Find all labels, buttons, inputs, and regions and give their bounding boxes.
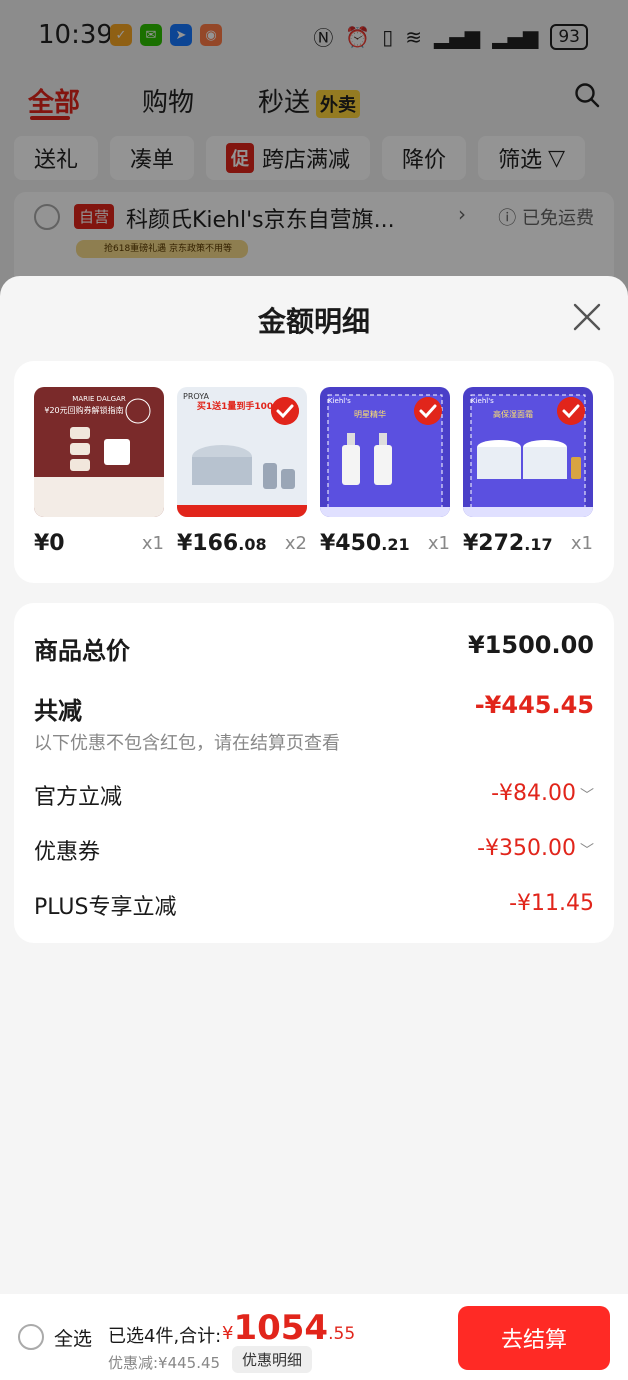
coupon-row[interactable]: -¥350.00 ﹀ [477, 836, 594, 861]
product-item[interactable]: PROYA 买1送1量到手100 ¥166.08 x2 [177, 387, 307, 556]
discount-detail-button[interactable]: 优惠明细 [232, 1346, 313, 1373]
total-price: ¥1054.55 [222, 1308, 355, 1348]
product-image: Kiehl's 明星精华 [320, 387, 450, 517]
coupon-value: -¥350.00 [477, 836, 576, 861]
product-image: Kiehl's 高保湿面霜 [463, 387, 593, 517]
image-brand: Kiehl's [328, 397, 351, 405]
official-discount-row[interactable]: -¥84.00 ﹀ [491, 781, 594, 806]
plus-discount-value: -¥11.45 [509, 891, 594, 916]
plus-discount-label: PLUS专享立减 [34, 895, 177, 920]
check-icon [414, 397, 442, 425]
product-price: ¥450.21 [320, 531, 410, 556]
product-qty: x1 [141, 533, 164, 554]
checkout-button[interactable]: 去结算 [458, 1306, 610, 1370]
checkout-bar: 全选 已选4件,合计: ¥1054.55 优惠减:¥445.45 优惠明细 去结… [0, 1294, 628, 1380]
product-item[interactable]: Kiehl's 高保湿面霜 ¥272.17 x1 [463, 387, 593, 556]
product-qty: x1 [427, 533, 450, 554]
product-image: MARIE DALGAR ¥20元回购券解锁指南 [34, 387, 164, 517]
total-int: 1054 [233, 1308, 329, 1348]
price-int: ¥0 [34, 531, 65, 556]
price-dec: .08 [238, 535, 267, 554]
check-icon [557, 397, 585, 425]
coupon-label: 优惠券 [34, 840, 101, 865]
official-discount-value: -¥84.00 [491, 781, 576, 806]
product-item[interactable]: MARIE DALGAR ¥20元回购券解锁指南 ¥0 x1 [34, 387, 164, 556]
image-brand: MARIE DALGAR [72, 395, 126, 403]
total-dec: .55 [328, 1324, 356, 1344]
price-dec: .21 [381, 535, 410, 554]
amount-detail-sheet: 金额明细 MARIE DALGAR ¥20元回购券解锁指南 ¥0 x1 PROY… [0, 276, 628, 1380]
products-card: MARIE DALGAR ¥20元回购券解锁指南 ¥0 x1 PROYA 买1送… [14, 361, 614, 583]
image-caption: ¥20元回购券解锁指南 [44, 405, 123, 415]
cart-page-background: 10:39 ✓ ✉ ➤ ◉ Ⓝ ⏰ ▯ ≋ ▂▄▆ ▂▄▆ 93 全部 购物 秒… [0, 0, 628, 312]
select-all-radio[interactable] [18, 1324, 44, 1350]
discount-summary: 优惠减:¥445.45 [108, 1354, 221, 1372]
product-price: ¥166.08 [177, 531, 267, 556]
price-dec: .17 [524, 535, 553, 554]
price-summary-card: 商品总价 ¥1500.00 共减 -¥445.45 以下优惠不包含红包，请在结算… [14, 603, 614, 943]
discount-label: 共减 [34, 697, 82, 725]
sheet-title: 金额明细 [257, 305, 370, 338]
product-item[interactable]: Kiehl's 明星精华 ¥450.21 x1 [320, 387, 450, 556]
image-brand: Kiehl's [471, 397, 494, 405]
chevron-down-icon: ﹀ [580, 788, 594, 804]
total-label: 商品总价 [34, 637, 130, 665]
image-caption: 买1送1量到手100 [197, 400, 273, 412]
price-int: ¥450 [320, 531, 382, 556]
select-all-label[interactable]: 全选 [54, 1324, 92, 1351]
discount-note: 以下优惠不包含红包，请在结算页查看 [34, 733, 340, 754]
product-price: ¥0 [34, 531, 65, 556]
total-value: ¥1500.00 [467, 631, 594, 659]
price-int: ¥166 [177, 531, 239, 556]
check-icon [271, 397, 299, 425]
product-image: PROYA 买1送1量到手100 [177, 387, 307, 517]
close-icon[interactable] [572, 302, 602, 332]
official-discount-label: 官方立减 [34, 785, 123, 810]
price-int: ¥272 [463, 531, 525, 556]
dim-overlay[interactable] [0, 0, 628, 300]
discount-value: -¥445.45 [474, 691, 594, 719]
image-caption: 高保湿面霜 [493, 409, 533, 419]
gift-voucher-image: MARIE DALGAR ¥20元回购券解锁指南 [34, 387, 164, 517]
image-caption: 明星精华 [354, 409, 386, 419]
product-price: ¥272.17 [463, 531, 553, 556]
selected-count-text: 已选4件,合计: [108, 1326, 222, 1347]
product-qty: x2 [284, 533, 307, 554]
product-qty: x1 [570, 533, 593, 554]
chevron-down-icon: ﹀ [580, 843, 594, 859]
image-brand: PROYA [183, 392, 210, 401]
total-currency: ¥ [222, 1323, 234, 1344]
